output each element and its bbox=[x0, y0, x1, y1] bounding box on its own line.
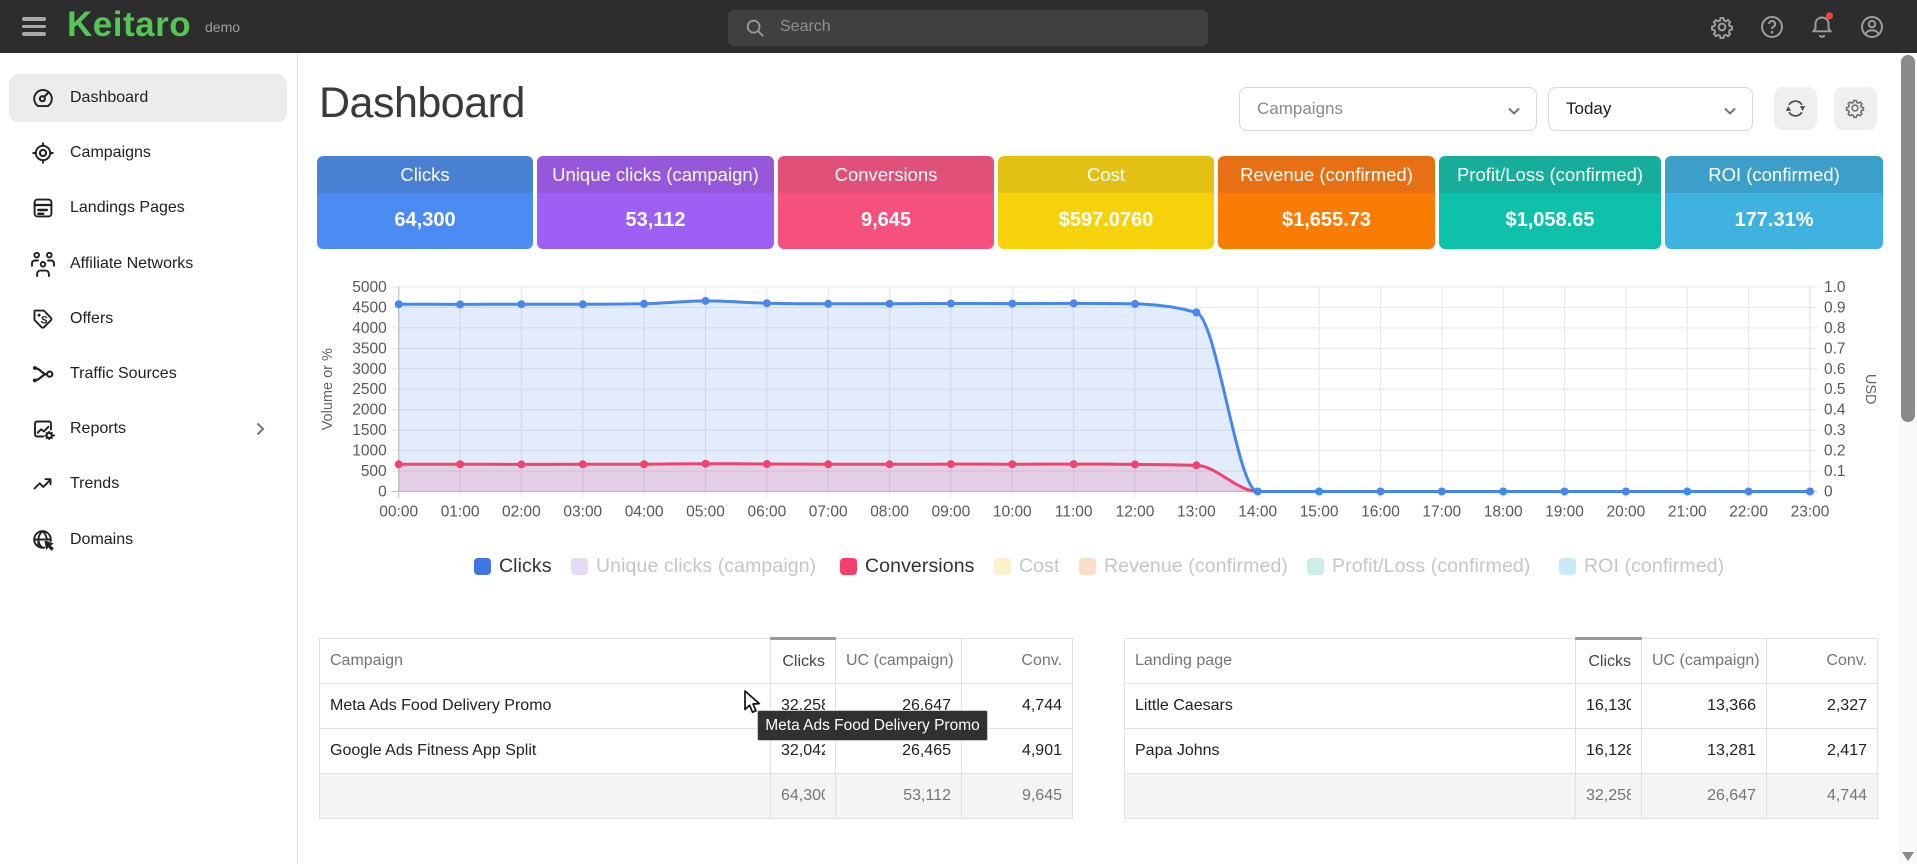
svg-text:22:00: 22:00 bbox=[1729, 504, 1768, 521]
svg-text:0: 0 bbox=[378, 484, 387, 501]
svg-text:04:00: 04:00 bbox=[625, 504, 664, 521]
svg-text:3500: 3500 bbox=[352, 340, 387, 357]
svg-text:Volume or %: Volume or % bbox=[320, 348, 336, 430]
svg-text:0.8: 0.8 bbox=[1824, 320, 1846, 337]
svg-text:14:00: 14:00 bbox=[1238, 504, 1277, 521]
svg-text:03:00: 03:00 bbox=[563, 504, 602, 521]
svg-text:0.1: 0.1 bbox=[1824, 463, 1846, 480]
svg-text:1500: 1500 bbox=[352, 422, 387, 439]
svg-text:17:00: 17:00 bbox=[1422, 504, 1461, 521]
svg-text:500: 500 bbox=[361, 463, 387, 480]
svg-text:0.3: 0.3 bbox=[1824, 422, 1846, 439]
svg-text:4000: 4000 bbox=[352, 320, 387, 337]
svg-text:13:00: 13:00 bbox=[1177, 504, 1216, 521]
svg-text:02:00: 02:00 bbox=[502, 504, 541, 521]
svg-text:USD: USD bbox=[1862, 374, 1878, 405]
svg-text:2500: 2500 bbox=[352, 381, 387, 398]
svg-text:05:00: 05:00 bbox=[686, 504, 725, 521]
svg-text:1.0: 1.0 bbox=[1824, 279, 1846, 296]
svg-text:21:00: 21:00 bbox=[1668, 504, 1707, 521]
svg-text:4500: 4500 bbox=[352, 299, 387, 316]
svg-text:1000: 1000 bbox=[352, 443, 387, 460]
svg-text:0.9: 0.9 bbox=[1824, 299, 1846, 316]
svg-text:0.4: 0.4 bbox=[1824, 402, 1846, 419]
svg-text:19:00: 19:00 bbox=[1545, 504, 1584, 521]
svg-text:09:00: 09:00 bbox=[932, 504, 971, 521]
svg-text:0.6: 0.6 bbox=[1824, 361, 1846, 378]
svg-text:07:00: 07:00 bbox=[809, 504, 848, 521]
svg-text:5000: 5000 bbox=[352, 279, 387, 296]
svg-text:06:00: 06:00 bbox=[748, 504, 787, 521]
svg-text:15:00: 15:00 bbox=[1300, 504, 1339, 521]
svg-text:16:00: 16:00 bbox=[1361, 504, 1400, 521]
svg-text:11:00: 11:00 bbox=[1055, 504, 1093, 521]
svg-text:20:00: 20:00 bbox=[1607, 504, 1646, 521]
svg-text:0.2: 0.2 bbox=[1824, 443, 1846, 460]
svg-text:0.5: 0.5 bbox=[1824, 381, 1846, 398]
svg-text:10:00: 10:00 bbox=[993, 504, 1032, 521]
svg-text:18:00: 18:00 bbox=[1484, 504, 1523, 521]
svg-text:23:00: 23:00 bbox=[1791, 504, 1830, 521]
svg-text:2000: 2000 bbox=[352, 402, 387, 419]
svg-text:3000: 3000 bbox=[352, 361, 387, 378]
svg-text:0.7: 0.7 bbox=[1824, 340, 1846, 357]
svg-text:01:00: 01:00 bbox=[441, 504, 480, 521]
svg-text:12:00: 12:00 bbox=[1116, 504, 1155, 521]
svg-text:08:00: 08:00 bbox=[870, 504, 909, 521]
svg-text:0: 0 bbox=[1824, 484, 1833, 501]
svg-text:00:00: 00:00 bbox=[379, 504, 418, 521]
